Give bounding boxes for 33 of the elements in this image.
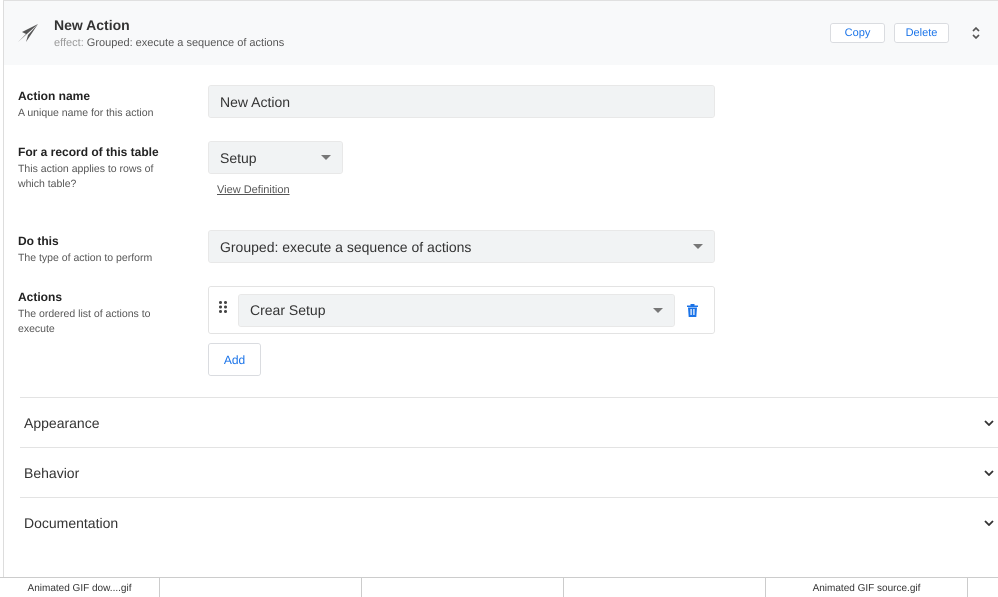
section-header[interactable]: Documentation <box>20 497 998 547</box>
section-header[interactable]: Appearance <box>20 397 998 447</box>
header-button[interactable]: Copy <box>830 23 885 43</box>
chevron-icon <box>984 470 994 476</box>
chevron-icon <box>984 420 994 426</box>
caret-icon <box>693 244 703 249</box>
action-title: New Action <box>54 17 131 33</box>
view-definition-link[interactable]: View Definition <box>217 184 290 196</box>
trash-icon <box>687 304 698 316</box>
field-hint: The type of action to perform <box>18 251 154 266</box>
caret-icon <box>321 155 331 160</box>
add-button[interactable]: Add <box>208 343 261 376</box>
dropdown[interactable]: Crear Setup <box>238 294 675 326</box>
text-field[interactable]: New Action <box>208 85 715 118</box>
header-button[interactable]: Delete <box>894 23 949 43</box>
section-header[interactable]: Behavior <box>20 447 998 497</box>
sort-icon <box>972 27 980 39</box>
dropdown[interactable]: Grouped: execute a sequence of actions <box>208 230 715 263</box>
field-label: Actions <box>18 290 64 304</box>
effect-value: Grouped: execute a sequence of actions <box>86 37 284 49</box>
field-label: Action name <box>18 89 92 103</box>
effect-label: effect: <box>54 37 84 49</box>
field-hint: A unique name for this action <box>18 106 154 121</box>
field-label: For a record of this table <box>18 145 160 159</box>
file-name: Animated GIF dow....gif <box>28 583 132 596</box>
field-hint: The ordered list of actions to execute <box>18 307 152 337</box>
dropdown[interactable]: Setup <box>208 141 343 174</box>
caret-icon <box>653 308 663 312</box>
drag-handle-icon <box>219 301 227 313</box>
field-hint: This action applies to rows of which table? <box>18 162 154 192</box>
chevron-icon <box>984 520 994 526</box>
field-label: Do this <box>18 234 60 248</box>
file-name: Animated GIF source.gif <box>812 583 920 596</box>
